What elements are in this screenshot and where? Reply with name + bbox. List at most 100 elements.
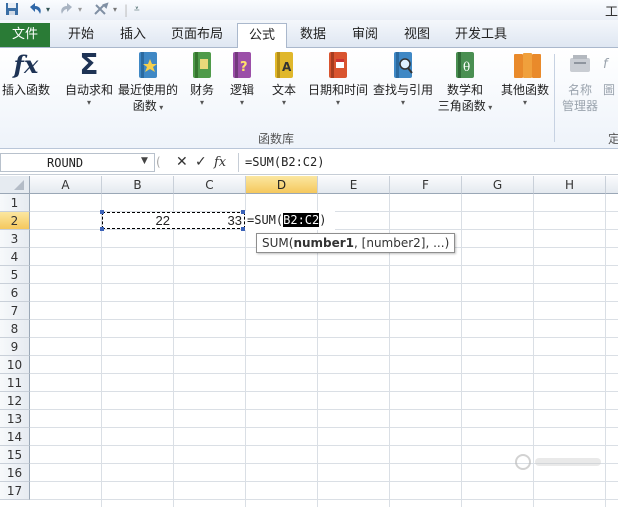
row-header-10[interactable]: 10 (0, 356, 30, 374)
row-header-7[interactable]: 7 (0, 302, 30, 320)
text-book-icon: A (270, 50, 298, 80)
tools-icon[interactable] (92, 1, 110, 19)
logical-button[interactable]: ? 逻辑 ▾ (224, 50, 260, 108)
column-header-F[interactable]: F (390, 176, 462, 194)
tab-home[interactable]: 开始 (56, 23, 106, 47)
group-label-function-library: 函数库 (257, 132, 294, 146)
autosum-button[interactable]: Σ 自动求和 ▾ (62, 50, 116, 108)
row-header-15[interactable]: 15 (0, 446, 30, 464)
insert-function-label: 插入函数 (1, 83, 50, 97)
grid-line (30, 409, 618, 410)
column-header-G[interactable]: G (462, 176, 534, 194)
column-header-H[interactable]: H (534, 176, 606, 194)
column-header-D[interactable]: D (246, 176, 318, 194)
formula-input[interactable]: =SUM(B2:C2) (238, 153, 618, 172)
column-header-E[interactable]: E (318, 176, 390, 194)
tooltip-rest: , [number2], ...) (354, 236, 450, 250)
define-name-partial-label: 圖 (603, 83, 616, 97)
row-header-1[interactable]: 1 (0, 194, 30, 212)
tab-data[interactable]: 数据 (290, 23, 336, 47)
function-argument-tooltip[interactable]: SUM(number1, [number2], ...) (256, 233, 456, 253)
row-header-13[interactable]: 13 (0, 410, 30, 428)
cell-D2-editor[interactable]: =SUM(B2:C2) (245, 211, 335, 230)
row-header-9[interactable]: 9 (0, 338, 30, 356)
chevron-down-icon: ▾ (522, 98, 527, 107)
row-header-12[interactable]: 12 (0, 392, 30, 410)
cell-B2[interactable]: 22 (102, 212, 170, 230)
row-header-14[interactable]: 14 (0, 428, 30, 446)
row-header-6[interactable]: 6 (0, 284, 30, 302)
row-header-3[interactable]: 3 (0, 230, 30, 248)
cancel-icon[interactable]: ✕ (176, 153, 188, 172)
chevron-down-icon: ▾ (335, 98, 340, 107)
grid-line (30, 283, 618, 284)
select-all-corner[interactable] (0, 176, 30, 194)
math-trig-button[interactable]: θ 数学和 三角函数 ▾ (436, 50, 494, 116)
svg-text:?: ? (240, 60, 248, 75)
name-box[interactable]: ROUND (0, 153, 155, 172)
more-books-icon (511, 50, 541, 80)
quick-access-toolbar: ▾ ▾ ▾ | ⩡ 工 (0, 0, 618, 20)
name-manager-button[interactable]: 名称 管理器 (558, 50, 602, 114)
tab-formulas[interactable]: 公式 (237, 23, 287, 49)
datetime-button[interactable]: 日期和时间 ▾ (306, 50, 370, 108)
recent-label-2: 函数 (132, 99, 157, 113)
grid-line (173, 194, 174, 507)
chevron-down-icon: ▾ (156, 103, 164, 112)
ribbon-formulas-panel: fx 插入函数 Σ 自动求和 ▾ 最近使用的 函数 ▾ 财务 ▾ ? 逻辑 ▾ … (0, 48, 618, 149)
chevron-down-icon: ▾ (86, 98, 91, 107)
text-functions-button[interactable]: A 文本 ▾ (266, 50, 302, 108)
customize-qat-icon[interactable]: ⩡ (134, 1, 140, 19)
datetime-label: 日期和时间 (307, 83, 368, 97)
row-header-5[interactable]: 5 (0, 266, 30, 284)
recent-functions-button[interactable]: 最近使用的 函数 ▾ (116, 50, 180, 116)
column-header-A[interactable]: A (30, 176, 102, 194)
row-header-11[interactable]: 11 (0, 374, 30, 392)
financial-button[interactable]: 财务 ▾ (184, 50, 220, 108)
chevron-down-icon[interactable]: ▼ (141, 152, 148, 171)
grid-line (30, 391, 618, 392)
undo-icon[interactable] (26, 1, 44, 19)
row-header-4[interactable]: 4 (0, 248, 30, 266)
more-functions-button[interactable]: 其他函数 ▾ (498, 50, 552, 108)
svg-text:A: A (282, 60, 292, 74)
group-label-defined-names: 定 (608, 132, 618, 146)
watermark-logo (515, 452, 605, 476)
ribbon-tab-bar: 文件 开始 插入 页面布局 公式 数据 审阅 视图 开发工具 (0, 20, 618, 49)
insert-function-button[interactable]: fx 插入函数 (0, 50, 52, 98)
define-name-partial-button[interactable]: f 圖 (603, 50, 618, 98)
save-icon[interactable] (4, 1, 20, 19)
row-header-2[interactable]: 2 (0, 212, 30, 230)
chevron-down-icon: ▾ (485, 103, 493, 112)
tab-view[interactable]: 视图 (394, 23, 440, 47)
row-header-16[interactable]: 16 (0, 464, 30, 482)
grid-line (30, 445, 618, 446)
math-book-icon: θ (451, 50, 479, 80)
insert-function-fx-icon[interactable]: fx (214, 153, 226, 172)
grid-line (30, 373, 618, 374)
undo-dropdown-icon[interactable]: ▾ (46, 1, 50, 19)
math-label-2: 三角函数 (437, 99, 486, 113)
lookup-reference-button[interactable]: 查找与引用 ▾ (372, 50, 434, 108)
row-header-17[interactable]: 17 (0, 482, 30, 500)
tab-file[interactable]: 文件 (0, 23, 50, 47)
formula-bar-splitter[interactable]: ( (156, 153, 161, 172)
redo-icon[interactable] (58, 1, 76, 19)
more-functions-label: 其他函数 (500, 83, 549, 97)
enter-check-icon[interactable]: ✓ (195, 153, 207, 172)
qat-separator: | (124, 3, 129, 17)
tools-dropdown-icon[interactable]: ▾ (113, 1, 117, 19)
column-header-B[interactable]: B (102, 176, 174, 194)
tab-page-layout[interactable]: 页面布局 (162, 23, 232, 47)
formula-text-suffix: ) (319, 213, 327, 227)
tab-review[interactable]: 审阅 (342, 23, 388, 47)
recent-book-icon (134, 50, 162, 80)
sigma-icon: Σ (79, 48, 99, 81)
column-header-partial[interactable] (606, 176, 618, 194)
tab-insert[interactable]: 插入 (108, 23, 158, 47)
cell-C2[interactable]: 33 (174, 212, 242, 230)
row-header-8[interactable]: 8 (0, 320, 30, 338)
column-header-C[interactable]: C (174, 176, 246, 194)
tab-developer[interactable]: 开发工具 (446, 23, 516, 47)
redo-dropdown-icon[interactable]: ▾ (78, 1, 82, 19)
